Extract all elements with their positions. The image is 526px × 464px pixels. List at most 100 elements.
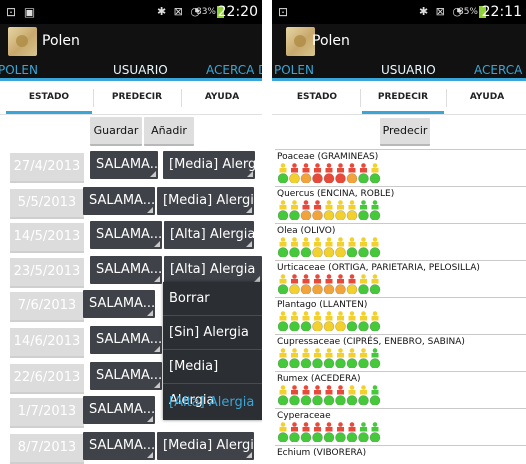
place-spinner[interactable]: SALAMA... [83,187,155,215]
level-dot-icon [278,247,289,257]
place-spinner[interactable]: SALAMA... [90,151,158,179]
place-spinner[interactable]: SALAMA... [90,221,162,249]
subtab-estado[interactable]: ESTADO [276,81,358,114]
row-date[interactable]: 1/7/2013 [10,398,84,428]
place-spinner[interactable]: SALAMA... [83,396,155,424]
row-date[interactable]: 14/5/2013 [10,223,84,253]
forecast-icons [278,200,381,220]
allergy-spinner[interactable]: [Media] Alergia [163,151,255,179]
allergy-spinner[interactable]: [Media] Alergia [157,432,254,460]
save-button[interactable]: Guardar [90,117,142,146]
row-date[interactable]: 22/6/2013 [10,364,84,394]
row-date[interactable]: 5/5/2013 [10,189,84,219]
menu-item-alta-alergia[interactable]: [Alta] Alergia [163,386,262,420]
allergy-value: [Media] Alergia [163,193,254,208]
place-spinner[interactable]: SALAMA... [90,362,162,390]
subtab-predecir[interactable]: PREDECIR [362,81,444,114]
level-dot-icon [278,358,289,368]
level-dot-icon [369,321,381,331]
app-title: Polen [312,33,350,49]
level-dot-icon [300,284,312,294]
person-icon [279,200,287,210]
level-dot-icon [346,358,358,368]
app-logo-icon[interactable] [8,27,37,56]
row-date[interactable]: 14/6/2013 [10,328,84,358]
place-spinner[interactable]: SALAMA... [90,326,162,354]
subtab-ayuda[interactable]: AYUDA [448,81,526,114]
status-bar: ⊡ ▣ ✱ ⊠ ◔ 83% 22:20 [0,0,262,24]
nav-tabs: POLEN USUARIO ACERCA DE [0,59,262,81]
row-date[interactable]: 23/5/2013 [10,258,84,288]
app-title: Polen [42,33,80,49]
person-icon [360,200,367,210]
place-spinner[interactable]: SALAMA... [83,432,155,460]
person-icon [302,274,310,284]
clock: 22:20 [217,4,258,20]
person-icon [291,311,298,321]
plant-name: Cyperaceae [277,411,331,421]
plant-row: Rumex (ACEDERA) [275,371,526,409]
subtab-predecir[interactable]: PREDECIR [94,81,180,114]
subtab-divider [446,89,447,107]
place-value: SALAMA... [89,402,155,417]
add-button[interactable]: Añadir [144,117,194,146]
level-dot-icon [335,395,346,405]
person-icon [325,385,333,395]
menu-item-sin-alergia[interactable]: [Sin] Alergia [163,316,262,350]
plant-name: Poaceae (GRAMINEAS) [277,152,379,162]
level-dot-icon [312,284,323,294]
allergy-spinner[interactable]: [Media] Alergia [157,187,254,215]
tab-acerca-de[interactable]: ACERCA DE [206,63,262,77]
allergy-spinner[interactable]: [Alta] Alergia [164,256,262,284]
level-dot-icon [346,284,358,294]
level-dot-icon [289,284,300,294]
row-date[interactable]: 8/7/2013 [10,434,84,464]
person-icon [348,237,356,247]
person-icon [279,163,287,173]
subtab-estado[interactable]: ESTADO [6,81,92,114]
level-dot-icon [358,247,369,257]
spinner-arrow-icon [154,276,160,282]
menu-item-media-alergia[interactable]: [Media] Alergia [163,350,262,408]
person-icon [360,237,367,247]
tab-acerca-de[interactable]: ACERCA DE [474,63,526,77]
person-icon [371,237,379,247]
predict-button[interactable]: Predecir [380,118,430,146]
plant-name: Plantago (LLANTEN) [277,300,368,310]
place-spinner[interactable]: SALAMA... [83,290,155,318]
person-icon [279,237,287,247]
person-icon [360,311,367,321]
person-icon [360,163,367,173]
level-dot-icon [289,247,300,257]
forecast-icons [278,385,381,405]
level-dot-icon [369,358,381,368]
person-icon [325,274,333,284]
tab-usuario[interactable]: USUARIO [113,63,168,77]
person-icon [291,422,298,432]
person-icon [291,200,298,210]
menu-item-borrar[interactable]: Borrar [163,282,262,316]
spinner-arrow-icon [246,452,252,458]
allergy-spinner[interactable]: [Alta] Alergia [164,221,254,249]
app-logo-icon[interactable] [286,27,315,56]
tab-polen[interactable]: POLEN [0,63,38,77]
subtab-divider [360,89,361,107]
tab-polen[interactable]: POLEN [274,63,314,77]
row-date[interactable]: 7/6/2013 [10,292,84,322]
tab-usuario[interactable]: USUARIO [381,63,436,77]
person-icon [314,385,321,395]
person-icon [337,200,344,210]
battery-percent: 85% [457,7,478,17]
level-dot-icon [358,210,369,220]
plant-name: Urticaceae (ORTIGA, PARIETARIA, PELOSILL… [277,263,480,273]
place-spinner[interactable]: SALAMA... [90,256,162,284]
level-dot-icon [278,432,289,442]
level-dot-icon [346,210,358,220]
level-dot-icon [289,321,300,331]
level-dot-icon [312,395,323,405]
person-icon [371,422,379,432]
person-icon [337,348,344,358]
row-date[interactable]: 27/4/2013 [10,153,84,183]
person-icon [279,274,287,284]
subtab-ayuda[interactable]: AYUDA [182,81,262,114]
